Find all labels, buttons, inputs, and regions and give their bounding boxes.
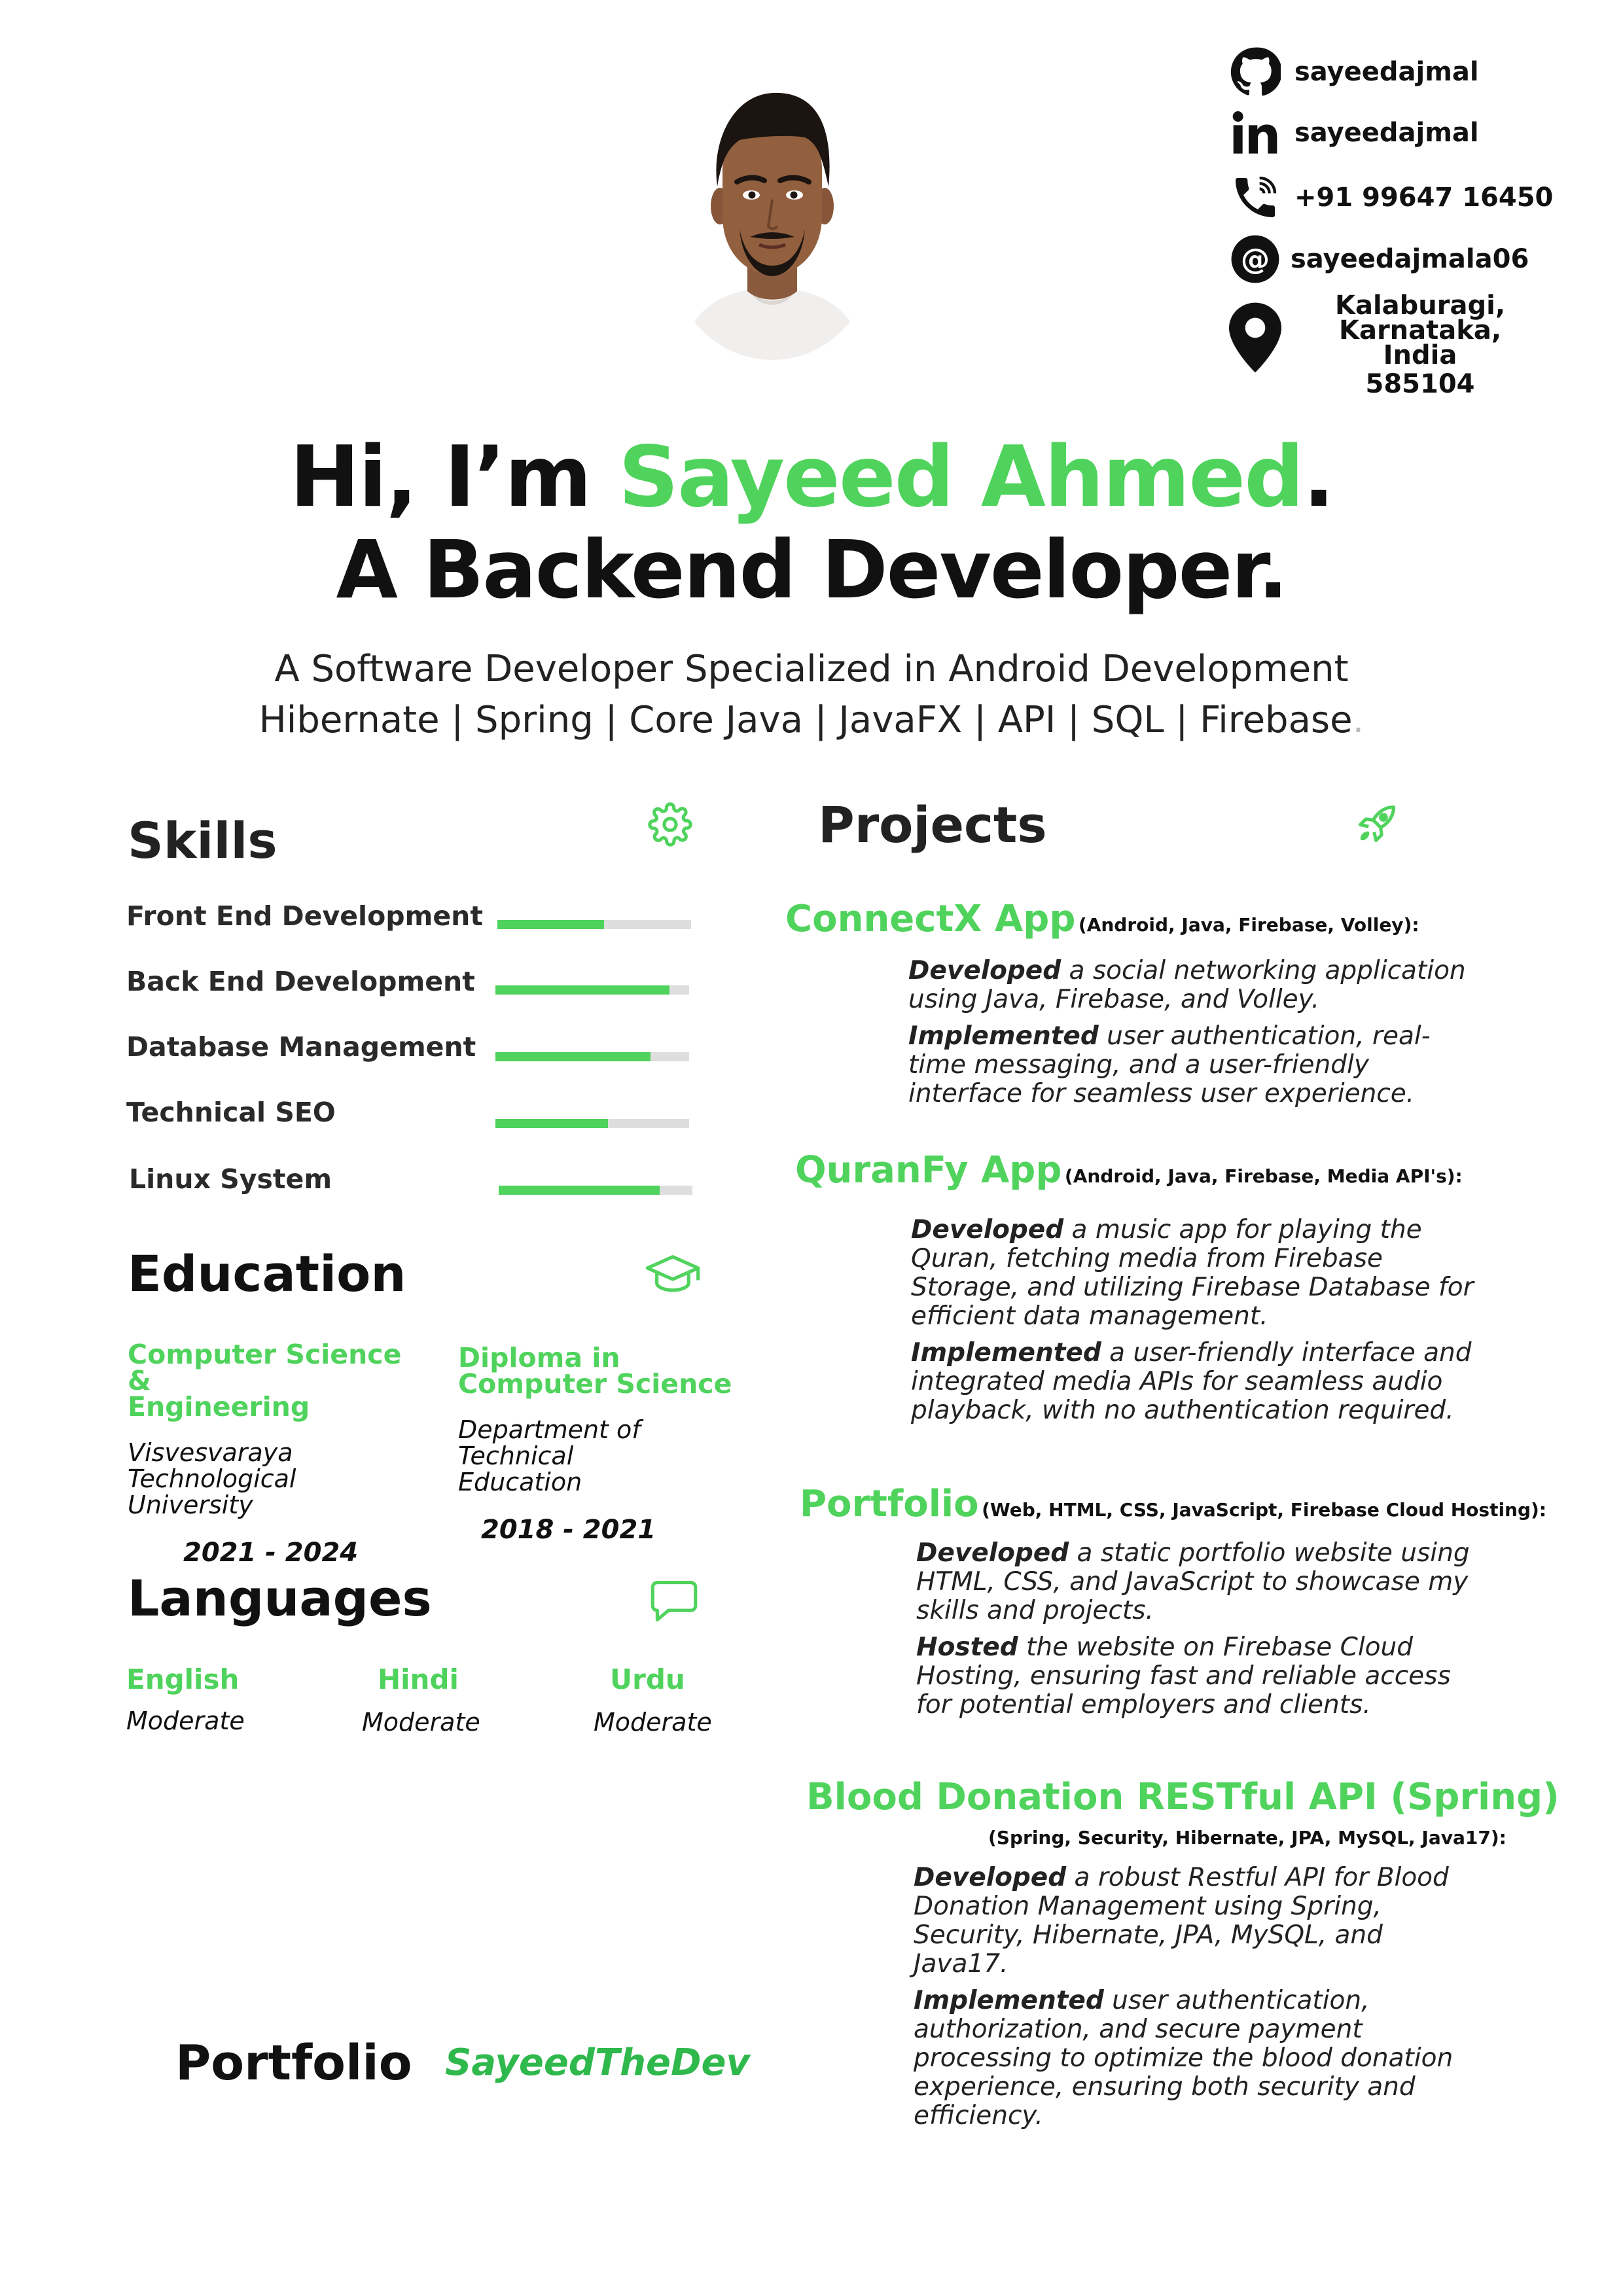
project-name: QuranFy App	[795, 1149, 1062, 1192]
education-entry: Diploma in Computer Science Department o…	[458, 1345, 759, 1545]
skill-bar	[495, 1119, 689, 1128]
language-name: Urdu	[610, 1663, 685, 1695]
gear-icon	[648, 802, 692, 850]
hero-subtitle-2: Hibernate | Spring | Core Java | JavaFX …	[0, 699, 1623, 741]
skill-bar	[497, 920, 691, 929]
language-level: Moderate	[126, 1706, 245, 1735]
skill-label: Back End Development	[126, 966, 475, 997]
project-verb: Developed	[911, 1215, 1064, 1245]
skill-label: Database Management	[126, 1031, 476, 1063]
hero-greeting-line: Hi, I’m Sayeed Ahmed.	[0, 429, 1623, 526]
skill-bar	[499, 1186, 692, 1195]
portfolio-label: Portfolio	[175, 2035, 412, 2091]
education-institution: Education	[458, 1468, 582, 1496]
skill-bar	[495, 1052, 689, 1061]
address-city: Kalaburagi,	[1334, 291, 1506, 321]
skill-bar-fill	[497, 920, 604, 929]
language-level: Moderate	[594, 1708, 712, 1737]
education-institution: Technological University	[128, 1464, 296, 1519]
skill-label: Front End Development	[126, 900, 483, 932]
skill-bar-fill	[495, 985, 670, 995]
language-name: Hindi	[378, 1663, 459, 1695]
projects-title: Projects	[818, 796, 1047, 854]
education-degree: Computer Science &	[128, 1339, 402, 1396]
education-years: 2021 - 2024	[183, 1538, 359, 1568]
location-icon	[1229, 302, 1281, 376]
portfolio-handle[interactable]: SayeedTheDev	[445, 2041, 750, 2084]
project-verb: Implemented	[908, 1021, 1099, 1051]
education-degree: Engineering	[128, 1391, 310, 1422]
language-level: Moderate	[362, 1708, 480, 1737]
education-entry: Computer Science & Engineering Visvesvar…	[128, 1341, 429, 1568]
project-header: Portfolio (Web, HTML, CSS, JavaScript, F…	[800, 1483, 1546, 1525]
phone-number: +91 99647 16450	[1294, 183, 1554, 213]
project-verb: Implemented	[911, 1338, 1101, 1368]
hero-role: A Backend Developer.	[336, 523, 1289, 616]
education-years: 2018 - 2021	[481, 1515, 656, 1545]
project-verb: Developed	[908, 956, 1061, 985]
skill-bar-fill	[495, 1119, 608, 1128]
tech-stack-period: .	[1352, 699, 1364, 741]
project-name: ConnectX App	[785, 898, 1076, 940]
hero-greeting: Hi, I’m	[289, 429, 618, 526]
education-degree: Computer Science	[458, 1368, 732, 1400]
project-name: Portfolio	[800, 1483, 979, 1525]
contact-email[interactable]: @ sayeedajmala06	[1229, 233, 1529, 285]
skill-bar	[495, 985, 689, 995]
address: Kalaburagi, Karnataka, India 585104	[1309, 291, 1531, 400]
rocket-icon	[1355, 802, 1399, 849]
project-header: ConnectX App (Android, Java, Firebase, V…	[785, 898, 1419, 940]
linkedin-username: sayeedajmal	[1294, 118, 1479, 148]
project-verb: Developed	[914, 1863, 1067, 1892]
svg-text:@: @	[1241, 243, 1270, 276]
hero-name-period: .	[1302, 429, 1335, 526]
project-description: Developed a robust Restful API for Blood…	[914, 1863, 1476, 2138]
github-icon	[1229, 46, 1281, 98]
project-verb: Hosted	[916, 1633, 1018, 1662]
skill-label: Technical SEO	[126, 1097, 336, 1128]
languages-title: Languages	[128, 1569, 432, 1627]
project-description: Developed a static portfolio website usi…	[916, 1539, 1479, 1727]
contact-phone[interactable]: +91 99647 16450	[1229, 171, 1553, 224]
project-description: Developed a social networking applicatio…	[908, 957, 1471, 1116]
project-tech: (Web, HTML, CSS, JavaScript, Firebase Cl…	[982, 1499, 1547, 1521]
graduation-cap-icon	[645, 1253, 701, 1299]
hero-name: Sayeed Ahmed	[618, 429, 1304, 526]
tech-stack: Hibernate | Spring | Core Java | JavaFX …	[259, 699, 1353, 741]
at-sign-icon: @	[1229, 233, 1281, 285]
address-country: India	[1383, 340, 1457, 370]
skill-bar-fill	[495, 1052, 651, 1061]
chat-bubble-icon	[650, 1580, 698, 1626]
education-degree: Diploma in	[458, 1342, 620, 1373]
project-verb: Developed	[916, 1538, 1069, 1568]
education-institution: Department of Technical	[458, 1415, 641, 1470]
project-name: Blood Donation RESTful API (Spring)	[806, 1776, 1560, 1818]
education-institution: Visvesvaraya	[128, 1438, 293, 1467]
contact-linkedin[interactable]: sayeedajmal	[1229, 107, 1479, 159]
address-state: Karnataka,	[1338, 315, 1502, 345]
education-title: Education	[128, 1245, 406, 1303]
address-pincode: 585104	[1365, 369, 1475, 399]
github-username: sayeedajmal	[1294, 57, 1479, 87]
skill-label: Linux System	[129, 1163, 332, 1195]
phone-icon	[1229, 171, 1281, 224]
language-name: English	[126, 1663, 240, 1695]
linkedin-icon	[1229, 107, 1281, 159]
hero-subtitle-1: A Software Developer Specialized in Andr…	[274, 648, 1349, 690]
skill-bar-fill	[499, 1186, 660, 1195]
project-description: Developed a music app for playing the Qu…	[911, 1216, 1474, 1433]
email-username: sayeedajmala06	[1291, 244, 1529, 274]
profile-photo	[674, 72, 870, 360]
project-tech: (Android, Java, Firebase, Media API's):	[1064, 1165, 1463, 1187]
project-tech: (Spring, Security, Hibernate, JPA, MySQL…	[988, 1827, 1507, 1848]
project-tech: (Android, Java, Firebase, Volley):	[1078, 914, 1419, 936]
project-verb: Implemented	[914, 1986, 1104, 2015]
contact-github[interactable]: sayeedajmal	[1229, 46, 1479, 98]
skills-title: Skills	[128, 811, 277, 870]
project-header: QuranFy App (Android, Java, Firebase, Me…	[795, 1149, 1463, 1192]
